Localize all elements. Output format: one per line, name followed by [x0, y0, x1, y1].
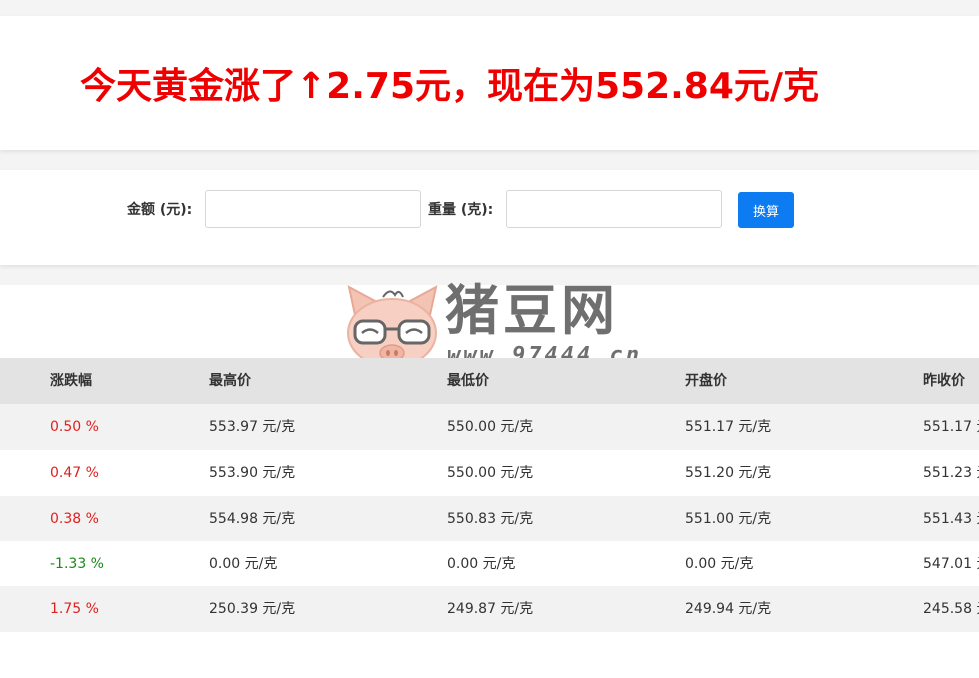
table-row: 0.50 % 553.97 元/克 550.00 元/克 551.17 元/克 …: [0, 404, 979, 450]
high-cell: 553.90 元/克: [209, 465, 296, 481]
header-change: 涨跌幅: [50, 373, 92, 389]
table-row: 0.38 % 554.98 元/克 550.83 元/克 551.00 元/克 …: [0, 496, 979, 542]
open-cell: 249.94 元/克: [685, 601, 772, 617]
low-cell: 550.00 元/克: [447, 465, 534, 481]
high-cell: 250.39 元/克: [209, 601, 296, 617]
change-cell: -1.33 %: [50, 556, 104, 572]
header-low: 最低价: [447, 373, 489, 389]
table-header: 涨跌幅 最高价 最低价 开盘价 昨收价: [0, 358, 979, 404]
high-cell: 554.98 元/克: [209, 511, 296, 527]
high-cell: 0.00 元/克: [209, 556, 278, 572]
open-cell: 551.17 元/克: [685, 419, 772, 435]
converter-panel: 金额 (元): 重量 (克): 换算: [0, 170, 979, 265]
price-headline: 今天黄金涨了↑2.75元，现在为552.84元/克: [80, 66, 820, 107]
convert-button[interactable]: 换算: [738, 192, 794, 228]
prev-close-cell: 551.43 元/克: [923, 511, 979, 527]
prev-close-cell: 551.17 元/克: [923, 419, 979, 435]
change-cell: 0.47 %: [50, 465, 99, 481]
high-cell: 553.97 元/克: [209, 419, 296, 435]
header-prev-close: 昨收价: [923, 373, 965, 389]
open-cell: 551.20 元/克: [685, 465, 772, 481]
watermark-brand: 猪豆网: [445, 279, 619, 342]
prev-close-cell: 245.58 元/克: [923, 601, 979, 617]
amount-input[interactable]: [205, 190, 421, 228]
header-high: 最高价: [209, 373, 251, 389]
low-cell: 0.00 元/克: [447, 556, 516, 572]
table-row: -1.33 % 0.00 元/克 0.00 元/克 0.00 元/克 547.0…: [0, 541, 979, 587]
low-cell: 550.83 元/克: [447, 511, 534, 527]
prev-close-cell: 551.23 元/克: [923, 465, 979, 481]
change-cell: 0.38 %: [50, 511, 99, 527]
change-cell: 0.50 %: [50, 419, 99, 435]
weight-input[interactable]: [506, 190, 722, 228]
prev-close-cell: 547.01 元/克: [923, 556, 979, 572]
table-row-partial: [0, 632, 979, 678]
header-open: 开盘价: [685, 373, 727, 389]
open-cell: 551.00 元/克: [685, 511, 772, 527]
low-cell: 249.87 元/克: [447, 601, 534, 617]
amount-label: 金额 (元):: [127, 202, 193, 218]
change-cell: 1.75 %: [50, 601, 99, 617]
weight-label: 重量 (克):: [428, 202, 494, 218]
headline-banner: 今天黄金涨了↑2.75元，现在为552.84元/克: [0, 16, 979, 150]
open-cell: 0.00 元/克: [685, 556, 754, 572]
table-row: 1.75 % 250.39 元/克 249.87 元/克 249.94 元/克 …: [0, 586, 979, 632]
table-row: 0.47 % 553.90 元/克 550.00 元/克 551.20 元/克 …: [0, 450, 979, 496]
low-cell: 550.00 元/克: [447, 419, 534, 435]
